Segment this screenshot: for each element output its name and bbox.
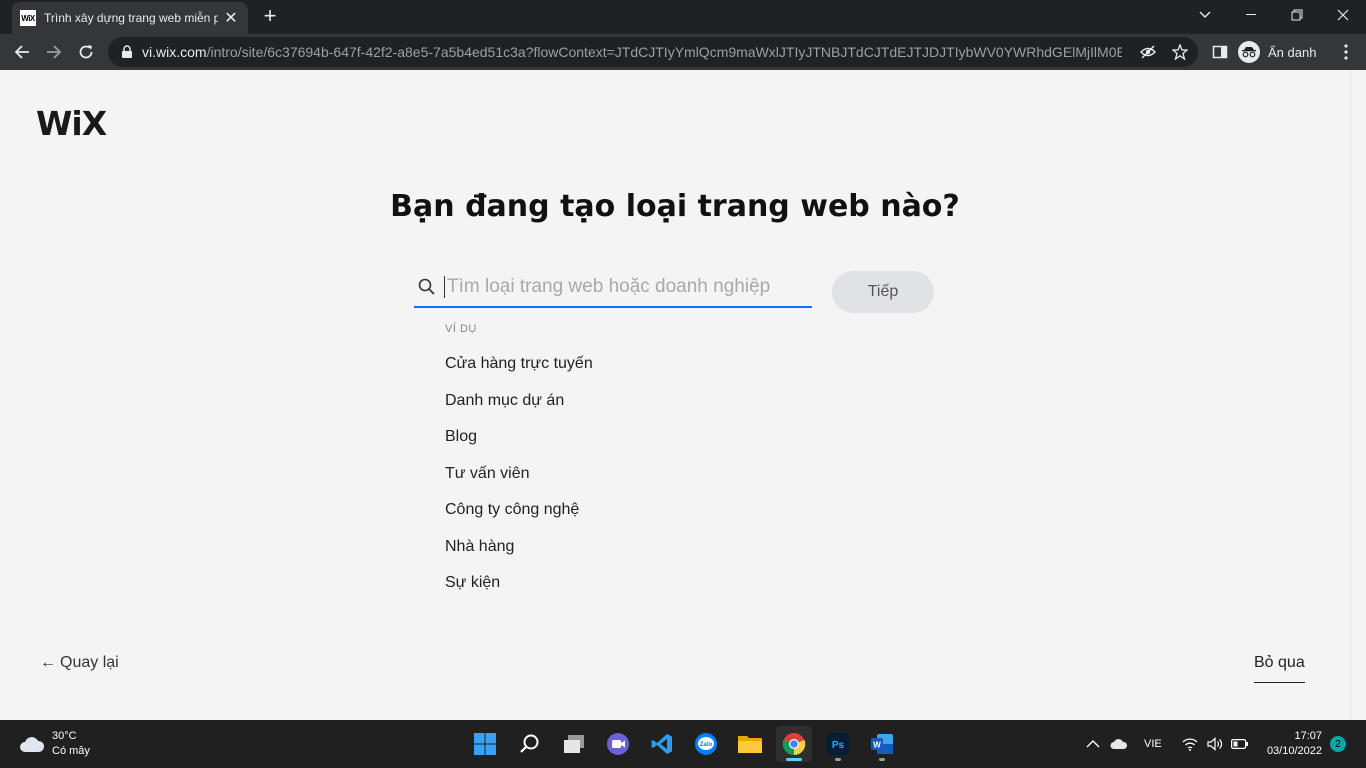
running-app-indicator: [835, 758, 841, 761]
photoshop-button[interactable]: Ps: [820, 726, 856, 762]
battery-icon[interactable]: [1231, 720, 1249, 768]
word-button[interactable]: W: [864, 726, 900, 762]
weather-temp: 30°C: [52, 730, 77, 742]
address-bar[interactable]: vi.wix.com/intro/site/6c37694b-647f-42f2…: [108, 37, 1198, 67]
chrome-icon: [782, 733, 806, 756]
active-app-indicator: [786, 758, 802, 761]
svg-text:Ps: Ps: [832, 740, 845, 751]
browser-toolbar: vi.wix.com/intro/site/6c37694b-647f-42f2…: [0, 34, 1366, 70]
svg-text:W: W: [873, 741, 881, 750]
suggestion-item[interactable]: Sự kiện: [445, 571, 593, 608]
taskbar-search-icon: [520, 734, 539, 753]
tab-strip: WiX Trình xây dựng trang web miễn p ✕ +: [0, 0, 1366, 34]
suggestion-list: Cửa hàng trực tuyến Danh mục dự án Blog …: [445, 352, 593, 608]
notification-badge[interactable]: 2: [1330, 736, 1346, 752]
next-button[interactable]: Tiếp: [832, 271, 934, 313]
wix-logo[interactable]: WiX: [36, 104, 107, 143]
zalo-button[interactable]: Zalo: [688, 726, 724, 762]
word-icon: W: [871, 734, 893, 754]
incognito-profile[interactable]: Ẩn danh: [1238, 40, 1316, 64]
svg-text:Zalo: Zalo: [700, 742, 713, 748]
skip-link[interactable]: Bỏ qua: [1254, 654, 1305, 683]
page-title: Bạn đang tạo loại trang web nào?: [390, 189, 960, 224]
suggestion-item[interactable]: Danh mục dự án: [445, 389, 593, 426]
close-window-icon[interactable]: [1320, 0, 1366, 30]
chrome-button[interactable]: [776, 726, 812, 762]
more-menu-icon[interactable]: [1334, 40, 1358, 64]
clock[interactable]: 17:07 03/10/2022: [1256, 729, 1322, 759]
tab-title: Trình xây dựng trang web miễn p: [44, 11, 218, 25]
weather-condition: Có mây: [52, 745, 90, 757]
new-tab-plus-icon[interactable]: +: [258, 5, 282, 29]
wix-favicon-icon: WiX: [20, 10, 36, 26]
taskbar-search-button[interactable]: [512, 726, 548, 762]
vscode-icon: [651, 734, 672, 754]
forward-arrow-icon[interactable]: [42, 40, 66, 64]
search-icon: [418, 278, 435, 295]
tab-close-icon[interactable]: ✕: [222, 8, 240, 28]
tab-search-chevron-icon[interactable]: [1182, 0, 1228, 30]
task-view-icon: [564, 735, 584, 753]
folder-icon: [738, 736, 762, 753]
teams-chat-icon: [607, 733, 629, 755]
show-hidden-icons-chevron-icon[interactable]: [1086, 720, 1100, 768]
eye-off-icon[interactable]: [1140, 44, 1156, 60]
page-scrollbar[interactable]: [1350, 70, 1366, 720]
task-view-button[interactable]: [556, 726, 592, 762]
weather-widget[interactable]: 30°C Có mây: [18, 729, 90, 759]
incognito-icon: [1238, 41, 1260, 63]
clock-date: 03/10/2022: [1266, 745, 1322, 757]
language-indicator[interactable]: VIE: [1144, 720, 1162, 768]
windows-taskbar: 30°C Có mây Zalo Ps W VIE 17:07 03/10/20…: [0, 720, 1366, 768]
zalo-icon: Zalo: [695, 733, 717, 755]
incognito-label: Ẩn danh: [1268, 44, 1317, 60]
back-arrow-icon[interactable]: [10, 40, 34, 64]
volume-icon[interactable]: [1207, 720, 1223, 768]
bookmark-star-icon[interactable]: [1172, 44, 1188, 60]
search-field[interactable]: [414, 268, 812, 308]
suggestion-item[interactable]: Nhà hàng: [445, 535, 593, 572]
onedrive-cloud-icon[interactable]: [1110, 720, 1128, 768]
examples-label: VÍ DỤ: [445, 323, 477, 335]
clock-time: 17:07: [1294, 730, 1322, 742]
suggestion-item[interactable]: Công ty công nghệ: [445, 498, 593, 535]
left-arrow-icon: ←: [40, 654, 56, 671]
photoshop-icon: Ps: [827, 733, 849, 755]
side-panel-icon[interactable]: [1208, 40, 1232, 64]
lock-icon: [122, 45, 132, 58]
teams-chat-button[interactable]: [600, 726, 636, 762]
cloud-weather-icon: [20, 737, 45, 752]
suggestion-item[interactable]: Cửa hàng trực tuyến: [445, 352, 593, 389]
running-app-indicator: [879, 758, 885, 761]
suggestion-item[interactable]: Blog: [445, 425, 593, 462]
suggestion-item[interactable]: Tư vấn viên: [445, 462, 593, 499]
wifi-icon[interactable]: [1182, 720, 1198, 768]
minimize-icon[interactable]: [1228, 0, 1274, 30]
back-link-label: Quay lại: [60, 654, 119, 671]
start-button[interactable]: [467, 726, 503, 762]
restore-icon[interactable]: [1274, 0, 1320, 30]
windows-icon: [474, 733, 496, 755]
reload-icon[interactable]: [74, 40, 98, 64]
page-content: WiX Bạn đang tạo loại trang web nào? Tiế…: [0, 70, 1366, 720]
file-explorer-button[interactable]: [732, 726, 768, 762]
search-input[interactable]: [444, 276, 804, 298]
vscode-button[interactable]: [644, 726, 680, 762]
browser-tab[interactable]: WiX Trình xây dựng trang web miễn p ✕: [12, 2, 248, 34]
back-link[interactable]: ← Quay lại: [40, 654, 119, 672]
url-text: vi.wix.com/intro/site/6c37694b-647f-42f2…: [142, 44, 1122, 60]
